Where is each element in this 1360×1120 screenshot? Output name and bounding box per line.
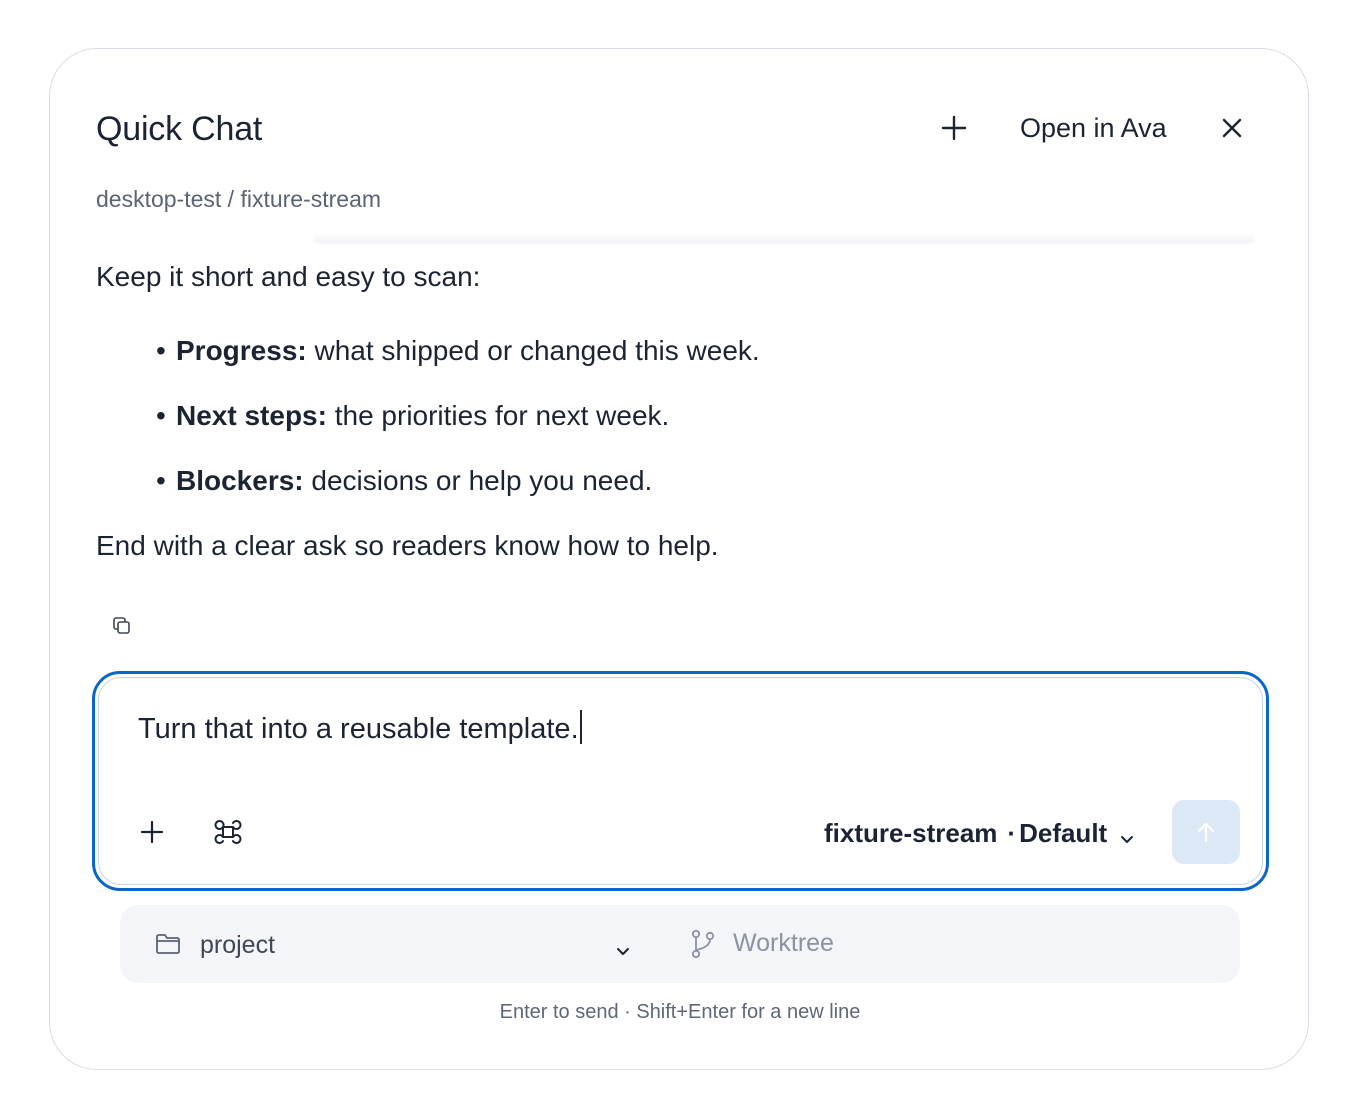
project-selector[interactable]: project [200,928,275,962]
attach-button[interactable] [136,816,168,848]
message-input[interactable]: Turn that into a reusable template. [138,710,582,748]
copy-icon [113,617,130,634]
bullet-label: Blockers: [176,465,304,496]
message-composer[interactable] [92,671,1269,891]
model-dropdown-toggle[interactable] [1118,830,1136,848]
assistant-message: Keep it short and easy to scan: • Progres… [96,258,1246,565]
project-dropdown-toggle[interactable] [614,942,632,960]
model-variant: Default [1019,818,1108,848]
folder-icon [154,930,182,958]
model-name: fixture-stream [824,818,998,848]
context-bar [120,905,1240,983]
text-caret [579,710,582,744]
close-button[interactable] [1212,108,1252,148]
copy-message-button[interactable] [110,614,134,638]
chevron-down-icon [617,948,629,955]
bullet-label: Next steps: [176,400,327,431]
list-item: • Next steps: the priorities for next wee… [156,400,670,431]
list-item: • Progress: what shipped or changed this … [156,335,760,366]
bullet-text: the priorities for next week. [326,400,670,431]
message-bullet-list: • Progress: what shipped or changed this … [96,332,1246,500]
plus-icon [140,820,164,844]
previous-message-edge [312,232,1256,242]
bullet-text: what shipped or changed this week. [306,335,760,366]
model-separator: · [1007,818,1017,848]
bullet-label: Progress: [176,335,307,366]
command-button[interactable] [212,816,244,848]
open-in-ava-button[interactable]: Open in Ava [1020,110,1167,146]
plus-icon [941,115,967,141]
worktree-toggle[interactable]: Worktree [733,926,834,960]
keyboard-hint: Enter to send · Shift+Enter for a new li… [499,1001,861,1023]
git-branch-icon [688,928,718,960]
chevron-down-icon [1121,836,1133,843]
message-outro: End with a clear ask so readers know how… [96,530,719,561]
message-intro: Keep it short and easy to scan: [96,261,481,292]
breadcrumb: desktop-test / fixture-stream [96,186,382,212]
send-button[interactable] [1172,800,1240,864]
command-icon [214,820,242,844]
new-chat-button[interactable] [934,108,974,148]
page-title: Quick Chat [96,110,263,148]
close-icon [1222,118,1242,138]
bullet-text: decisions or help you need. [303,465,653,496]
arrow-up-icon [1197,822,1215,843]
list-item: • Blockers: decisions or help you need. [156,465,653,496]
message-input-value: Turn that into a reusable template. [138,713,579,745]
model-selector[interactable]: fixture-stream · Default [824,816,1107,850]
